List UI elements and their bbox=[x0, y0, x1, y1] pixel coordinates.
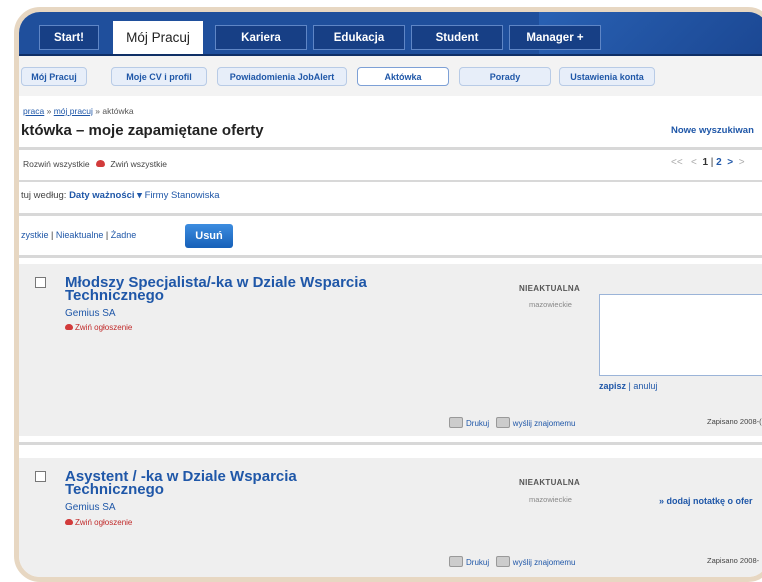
offer-region: mazowieckie bbox=[529, 495, 572, 504]
print-link[interactable]: Drukuj bbox=[466, 419, 489, 428]
collapse-all-link[interactable]: Zwiń wszystkie bbox=[110, 159, 167, 169]
pagination: << < 1 | 2 > > bbox=[671, 157, 745, 168]
offer-actions: Drukuj wyślij znajomemu bbox=[449, 417, 575, 428]
subnav-ustawienia[interactable]: Ustawienia konta bbox=[559, 67, 655, 86]
expand-all-link[interactable]: Rozwiń wszystkie bbox=[23, 159, 90, 169]
send-to-friend-link[interactable]: wyślij znajomemu bbox=[513, 419, 576, 428]
pager-page-2[interactable]: 2 bbox=[716, 157, 722, 168]
subnav-aktowka[interactable]: Aktówka bbox=[357, 67, 449, 86]
subnav-moj-pracuj[interactable]: Mój Pracuj bbox=[21, 67, 87, 86]
print-link[interactable]: Drukuj bbox=[466, 558, 489, 567]
divider bbox=[19, 442, 762, 445]
select-all-link[interactable]: zystkie bbox=[21, 230, 49, 240]
offer-status: NIEAKTUALNA bbox=[519, 478, 581, 487]
select-separator: | bbox=[48, 230, 56, 240]
tab-student[interactable]: Student bbox=[411, 25, 503, 50]
sort-by-position[interactable]: Stanowiska bbox=[171, 190, 220, 201]
tab-manager[interactable]: Manager + bbox=[509, 25, 601, 50]
new-search-link[interactable]: Nowe wyszukiwan bbox=[671, 125, 754, 136]
sort-by-expiry[interactable]: Daty ważności ▾ bbox=[69, 190, 142, 201]
subnav-jobalert[interactable]: Powiadomienia JobAlert bbox=[217, 67, 347, 86]
offer-title[interactable]: Młodszy Specjalista/-ka w Dziale Wsparci… bbox=[65, 275, 367, 303]
selection-row: zystkie | Nieaktualne | Żadne bbox=[21, 230, 136, 240]
divider bbox=[19, 180, 762, 182]
sort-by-company[interactable]: Firmy bbox=[145, 190, 169, 201]
saved-date: Zapisano 2008- bbox=[707, 556, 760, 565]
tab-kariera[interactable]: Kariera bbox=[215, 25, 307, 50]
note-actions: zapisz | anuluj bbox=[599, 381, 657, 391]
divider bbox=[19, 147, 762, 150]
offer-checkbox[interactable] bbox=[35, 277, 46, 288]
sort-row: tuj według: Daty ważności ▾ Firmy Stanow… bbox=[21, 190, 220, 201]
subnav-porady[interactable]: Porady bbox=[459, 67, 551, 86]
send-to-friend-link[interactable]: wyślij znajomemu bbox=[513, 558, 576, 567]
print-icon[interactable] bbox=[449, 556, 463, 567]
collapse-offer-link[interactable]: Zwiń ogłoszenie bbox=[65, 323, 132, 332]
expand-collapse-row: Rozwiń wszystkie Zwiń wszystkie bbox=[23, 159, 167, 169]
note-save-link[interactable]: zapisz bbox=[599, 381, 626, 391]
offer-checkbox[interactable] bbox=[35, 471, 46, 482]
pager-first[interactable]: << bbox=[671, 157, 683, 168]
subnav-cv-profil[interactable]: Moje CV i profil bbox=[111, 67, 207, 86]
delete-button[interactable]: Usuń bbox=[185, 224, 233, 248]
send-icon[interactable] bbox=[495, 417, 510, 428]
pager-more[interactable]: > bbox=[739, 157, 745, 168]
select-inactive-link[interactable]: Nieaktualne bbox=[56, 230, 104, 240]
screenshot-frame: Start! Mój Pracuj Kariera Edukacja Stude… bbox=[14, 7, 762, 582]
sort-label: tuj według: bbox=[21, 190, 67, 201]
breadcrumb-moj-pracuj[interactable]: mój pracuj bbox=[54, 106, 93, 116]
tab-moj-pracuj[interactable]: Mój Pracuj bbox=[113, 21, 203, 54]
note-cancel-link[interactable]: anuluj bbox=[633, 381, 657, 391]
breadcrumb-praca[interactable]: praca bbox=[23, 106, 44, 116]
main-tab-bar: Start! Mój Pracuj Kariera Edukacja Stude… bbox=[19, 12, 762, 56]
sub-navigation: Mój Pracuj Moje CV i profil Powiadomieni… bbox=[19, 56, 762, 96]
page-title: któwka – moje zapamiętane oferty bbox=[21, 122, 264, 139]
collapse-offer-label: Zwiń ogłoszenie bbox=[75, 323, 133, 332]
collapse-offer-label: Zwiń ogłoszenie bbox=[75, 518, 133, 527]
offer-actions: Drukuj wyślij znajomemu bbox=[449, 556, 575, 567]
pager-separator: | bbox=[710, 157, 714, 168]
divider bbox=[19, 213, 762, 216]
offer-company[interactable]: Gemius SA bbox=[65, 502, 116, 513]
select-separator: | bbox=[103, 230, 111, 240]
collapse-icon bbox=[65, 324, 73, 330]
breadcrumb: praca » mój pracuj » aktówka bbox=[23, 106, 134, 116]
note-textarea[interactable] bbox=[599, 294, 762, 376]
offer-item: Asystent / -ka w Dziale Wsparcia Technic… bbox=[19, 458, 762, 577]
select-none-link[interactable]: Żadne bbox=[111, 230, 137, 240]
pager-current: 1 bbox=[702, 157, 708, 168]
add-note-link[interactable]: » dodaj notatkę o ofer bbox=[659, 496, 753, 506]
offer-item: Młodszy Specjalista/-ka w Dziale Wsparci… bbox=[19, 264, 762, 436]
pager-prev[interactable]: < bbox=[691, 157, 697, 168]
offer-status: NIEAKTUALNA bbox=[519, 284, 581, 293]
offer-title[interactable]: Asystent / -ka w Dziale Wsparcia Technic… bbox=[65, 469, 297, 497]
collapse-icon bbox=[65, 519, 73, 525]
offer-company[interactable]: Gemius SA bbox=[65, 308, 116, 319]
print-icon[interactable] bbox=[449, 417, 463, 428]
saved-date: Zapisano 2008-( bbox=[707, 417, 762, 426]
pager-next[interactable]: > bbox=[727, 157, 733, 168]
tab-edukacja[interactable]: Edukacja bbox=[313, 25, 405, 50]
collapse-offer-link[interactable]: Zwiń ogłoszenie bbox=[65, 518, 132, 527]
collapse-icon[interactable] bbox=[95, 160, 105, 167]
breadcrumb-current: aktówka bbox=[102, 106, 134, 116]
breadcrumb-separator: » bbox=[92, 106, 103, 116]
send-icon[interactable] bbox=[495, 556, 510, 567]
tab-start[interactable]: Start! bbox=[39, 25, 99, 50]
offer-region: mazowieckie bbox=[529, 300, 572, 309]
divider bbox=[19, 255, 762, 258]
breadcrumb-separator: » bbox=[44, 106, 54, 116]
